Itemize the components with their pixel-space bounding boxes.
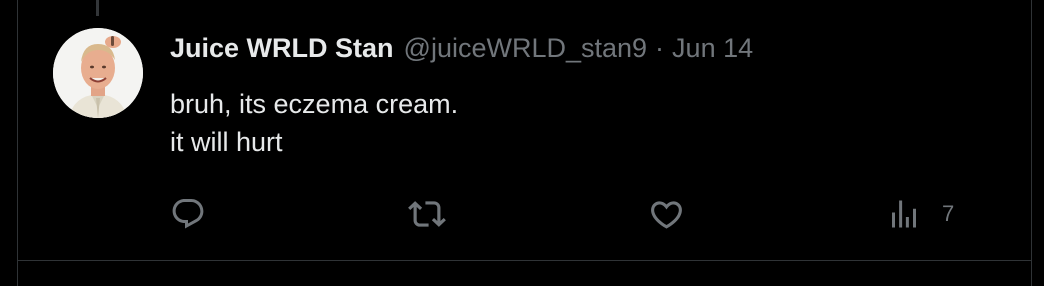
display-name[interactable]: Juice WRLD Stan <box>170 33 394 64</box>
tweet-border-left <box>17 0 18 286</box>
reply-button[interactable] <box>170 196 206 232</box>
tweet-date[interactable]: Jun 14 <box>672 33 753 64</box>
user-handle[interactable]: @juiceWRLD_stan9 <box>404 33 648 64</box>
tweet-divider <box>17 260 1032 261</box>
tweet-border-right <box>1031 0 1032 286</box>
views-count: 7 <box>942 201 955 226</box>
views-button[interactable]: 7 <box>886 196 954 232</box>
retweet-icon <box>408 201 446 227</box>
like-button[interactable] <box>648 196 685 232</box>
retweet-button[interactable] <box>408 196 446 232</box>
tweet-text-line: it will hurt <box>170 127 283 157</box>
reply-icon <box>172 199 204 229</box>
tweet-text-line: bruh, its eczema cream. <box>170 89 459 119</box>
heart-icon <box>651 200 682 229</box>
tweet-header: Juice WRLD Stan @juiceWRLD_stan9 · Jun 1… <box>170 33 753 73</box>
thread-connector-line <box>96 0 99 16</box>
avatar-photo <box>53 28 143 118</box>
separator-dot: · <box>655 33 665 63</box>
avatar[interactable] <box>53 28 143 118</box>
views-icon <box>892 200 916 228</box>
tweet-text: bruh, its eczema cream. it will hurt <box>170 85 458 161</box>
